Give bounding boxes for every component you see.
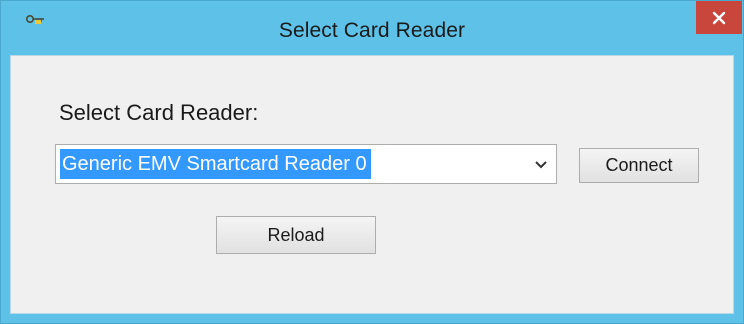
dialog-window: Select Card Reader Select Card Reader: G… (0, 0, 744, 324)
close-icon (712, 11, 726, 25)
select-reader-label: Select Card Reader: (59, 100, 259, 125)
close-button[interactable] (696, 1, 742, 34)
connect-button[interactable]: Connect (579, 148, 699, 183)
title-bar[interactable]: Select Card Reader (1, 1, 743, 55)
reload-button[interactable]: Reload (216, 216, 376, 254)
window-title: Select Card Reader (278, 19, 466, 42)
card-reader-select[interactable]: Generic EMV Smartcard Reader 0 (55, 144, 557, 184)
chevron-down-icon[interactable] (534, 158, 548, 170)
selected-reader-value: Generic EMV Smartcard Reader 0 (60, 149, 371, 179)
dialog-body: Select Card Reader: Generic EMV Smartcar… (10, 55, 734, 314)
